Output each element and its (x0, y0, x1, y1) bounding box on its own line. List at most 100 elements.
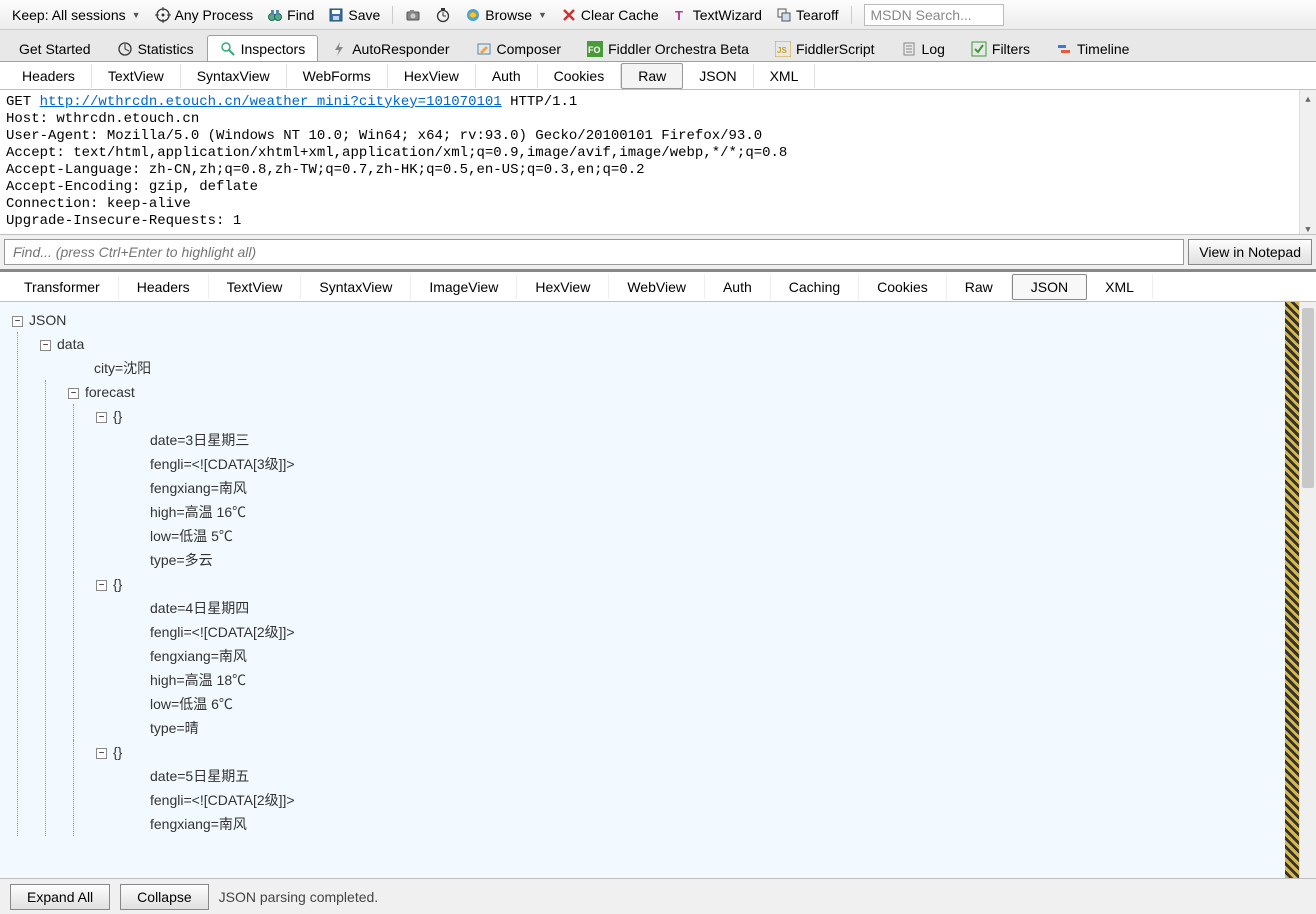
tab-autoresponder[interactable]: AutoResponder (318, 35, 462, 61)
tree-leaf[interactable]: fengxiang=南风 (96, 812, 1308, 836)
collapse-icon[interactable]: − (40, 340, 51, 351)
tree-leaf[interactable]: fengli=<![CDATA[2级]]> (96, 788, 1308, 812)
tree-leaf[interactable]: type=晴 (96, 716, 1308, 740)
tree-leaf-city[interactable]: city=沈阳 (40, 356, 1308, 380)
tree-leaf[interactable]: fengli=<![CDATA[2级]]> (96, 620, 1308, 644)
tree-leaf[interactable]: low=低温 5℃ (96, 524, 1308, 548)
req-tab-raw[interactable]: Raw (621, 63, 683, 89)
save-button[interactable]: Save (322, 5, 386, 25)
scroll-thumb[interactable] (1302, 308, 1314, 488)
tearoff-icon (776, 7, 792, 23)
tab-get-started[interactable]: Get Started (6, 35, 104, 61)
resp-tab-xml[interactable]: XML (1087, 275, 1153, 299)
log-icon (901, 41, 917, 57)
find-bar: View in Notepad (0, 235, 1316, 272)
tearoff-button[interactable]: Tearoff (770, 5, 845, 25)
req-tab-hexview[interactable]: HexView (388, 64, 476, 88)
collapse-icon[interactable]: − (68, 388, 79, 399)
tree-leaf[interactable]: date=3日星期三 (96, 428, 1308, 452)
collapse-icon[interactable]: − (96, 748, 107, 759)
resp-tab-webview[interactable]: WebView (609, 275, 705, 299)
tab-orchestra[interactable]: FO Fiddler Orchestra Beta (574, 35, 762, 61)
resp-tab-transformer[interactable]: Transformer (6, 275, 119, 299)
tree-leaf[interactable]: high=高温 16℃ (96, 500, 1308, 524)
tree-root[interactable]: −JSON −data city=沈阳 −forecast −{} date=3… (8, 308, 1308, 836)
scrollbar[interactable]: ▲▼ (1299, 90, 1316, 234)
tree-leaf[interactable]: fengxiang=南风 (96, 644, 1308, 668)
header-line: Accept-Encoding: gzip, deflate (6, 179, 258, 195)
resp-tab-auth[interactable]: Auth (705, 275, 771, 299)
node-label: {} (113, 408, 122, 424)
tree-leaf[interactable]: high=高温 18℃ (96, 668, 1308, 692)
msdn-search-input[interactable]: MSDN Search... (864, 4, 1004, 26)
tree-node-forecast[interactable]: −forecast −{} date=3日星期三 fengli=<![CDATA… (45, 380, 1308, 836)
req-tab-webforms[interactable]: WebForms (287, 64, 388, 88)
expand-all-button[interactable]: Expand All (10, 884, 110, 910)
req-tab-textview[interactable]: TextView (92, 64, 181, 88)
resp-tab-imageview[interactable]: ImageView (411, 275, 517, 299)
tree-leaf[interactable]: fengli=<![CDATA[3级]]> (96, 452, 1308, 476)
construction-stripe (1285, 302, 1299, 878)
resp-tab-textview[interactable]: TextView (209, 275, 302, 299)
timer-button[interactable] (429, 5, 457, 25)
screenshot-button[interactable] (399, 5, 427, 25)
tab-inspectors[interactable]: Inspectors (207, 35, 319, 61)
raw-request-pane[interactable]: GET http://wthrcdn.etouch.cn/weather_min… (0, 90, 1316, 235)
request-url-link[interactable]: http://wthrcdn.etouch.cn/weather_mini?ci… (40, 94, 502, 110)
tab-timeline[interactable]: Timeline (1043, 35, 1142, 61)
json-tree-pane[interactable]: −JSON −data city=沈阳 −forecast −{} date=3… (0, 302, 1316, 878)
req-tab-json[interactable]: JSON (683, 64, 753, 88)
collapse-icon[interactable]: − (12, 316, 23, 327)
browse-button[interactable]: Browse▼ (459, 5, 553, 25)
tree-leaf[interactable]: type=多云 (96, 548, 1308, 572)
tree-node-data[interactable]: −data city=沈阳 −forecast −{} date=3日星期三 f… (17, 332, 1308, 836)
collapse-icon[interactable]: − (96, 412, 107, 423)
tree-leaf[interactable]: date=5日星期五 (96, 764, 1308, 788)
tab-composer[interactable]: Composer (463, 35, 575, 61)
tab-statistics[interactable]: Statistics (104, 35, 207, 61)
tab-fiddlerscript[interactable]: JS FiddlerScript (762, 35, 888, 61)
find-button[interactable]: Find (261, 5, 320, 25)
http-version: HTTP/1.1 (502, 94, 578, 110)
req-tab-xml[interactable]: XML (754, 64, 816, 88)
tree-leaf[interactable]: fengxiang=南风 (96, 476, 1308, 500)
scrollbar[interactable] (1299, 302, 1316, 878)
text-wizard-button[interactable]: T TextWizard (667, 5, 768, 25)
collapse-icon[interactable]: − (96, 580, 107, 591)
tab-log[interactable]: Log (888, 35, 958, 61)
any-process-button[interactable]: Any Process (149, 5, 260, 25)
main-toolbar: Keep: All sessions▼ Any Process Find Sav… (0, 0, 1316, 30)
bolt-icon (331, 41, 347, 57)
resp-tab-json[interactable]: JSON (1012, 274, 1087, 300)
camera-icon (405, 7, 421, 23)
node-label: data (57, 336, 84, 352)
req-tab-headers[interactable]: Headers (6, 64, 92, 88)
tree-leaf[interactable]: date=4日星期四 (96, 596, 1308, 620)
resp-tab-syntaxview[interactable]: SyntaxView (301, 275, 411, 299)
tree-node-object[interactable]: −{} date=3日星期三 fengli=<![CDATA[3级]]> fen… (73, 404, 1308, 572)
resp-tab-headers[interactable]: Headers (119, 275, 209, 299)
resp-tab-caching[interactable]: Caching (771, 275, 859, 299)
tree-leaf[interactable]: low=低温 6℃ (96, 692, 1308, 716)
response-inspector-tabs: Transformer Headers TextView SyntaxView … (0, 272, 1316, 302)
clear-cache-button[interactable]: Clear Cache (555, 5, 665, 25)
svg-text:JS: JS (777, 46, 787, 55)
keep-dropdown[interactable]: Keep: All sessions▼ (6, 5, 147, 25)
tab-filters[interactable]: Filters (958, 35, 1043, 61)
view-in-notepad-button[interactable]: View in Notepad (1188, 239, 1312, 265)
header-line: Upgrade-Insecure-Requests: 1 (6, 213, 241, 229)
req-tab-auth[interactable]: Auth (476, 64, 538, 88)
req-tab-syntaxview[interactable]: SyntaxView (181, 64, 287, 88)
req-tab-cookies[interactable]: Cookies (538, 64, 622, 88)
tree-node-object[interactable]: −{} date=5日星期五 fengli=<![CDATA[2级]]> fen… (73, 740, 1308, 836)
find-input[interactable] (4, 239, 1184, 265)
collapse-button[interactable]: Collapse (120, 884, 208, 910)
svg-text:T: T (675, 8, 683, 23)
status-bar: Expand All Collapse JSON parsing complet… (0, 878, 1316, 914)
resp-tab-cookies[interactable]: Cookies (859, 275, 947, 299)
resp-tab-hexview[interactable]: HexView (517, 275, 609, 299)
resp-tab-raw[interactable]: Raw (947, 275, 1012, 299)
tree-node-object[interactable]: −{} date=4日星期四 fengli=<![CDATA[2级]]> fen… (73, 572, 1308, 740)
binoculars-icon (267, 7, 283, 23)
header-line: User-Agent: Mozilla/5.0 (Windows NT 10.0… (6, 128, 762, 144)
